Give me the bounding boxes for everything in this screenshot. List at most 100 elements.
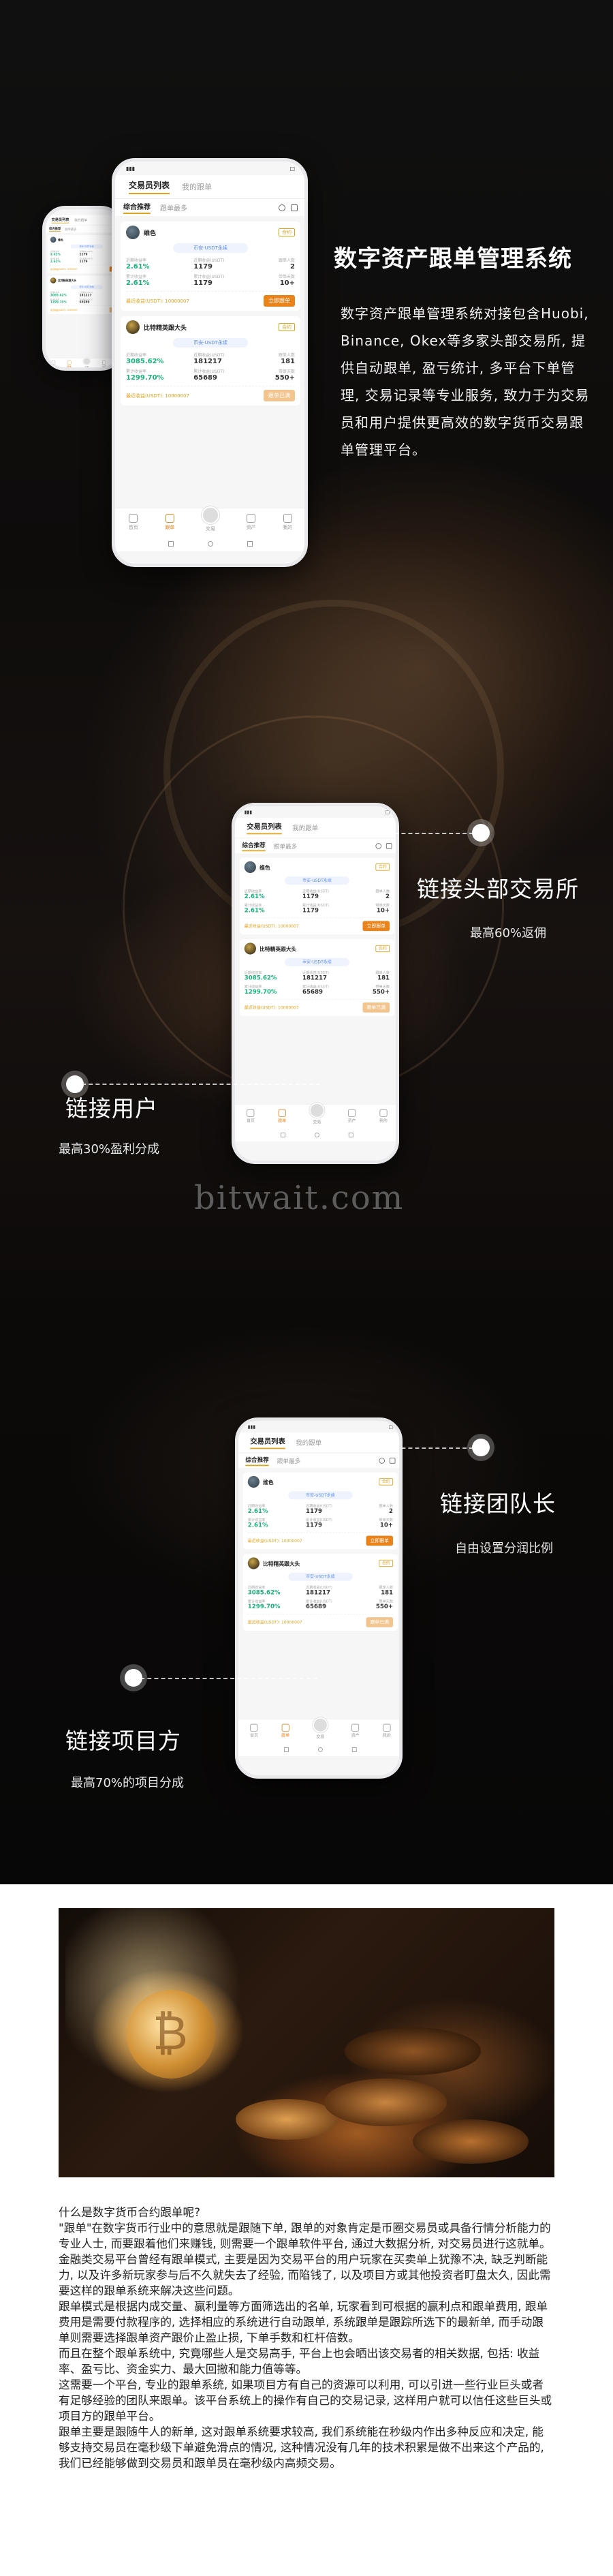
- recent-nav-icon[interactable]: [351, 1747, 357, 1752]
- connector-line: [75, 1084, 320, 1085]
- trade-icon: [309, 1102, 325, 1118]
- tab-recommended[interactable]: 综合推荐: [245, 1455, 269, 1467]
- tabbar-copy[interactable]: 跟单: [165, 514, 174, 531]
- tab-trader-list[interactable]: 交易员列表: [129, 179, 170, 194]
- copy-trade-button[interactable]: 跟单已满: [366, 1617, 394, 1627]
- stat-cell: 近期收益(USDT) 1179: [80, 250, 104, 256]
- home-icon: [250, 1723, 258, 1732]
- stat-label: 带单天数: [379, 1599, 394, 1604]
- tabbar-home[interactable]: 首页: [129, 514, 138, 531]
- tab-most-copied[interactable]: 跟单最多: [277, 1456, 300, 1465]
- phone-mockup-exchange: ▮▮▮ □ 交易员列表 我的跟单 综合推荐 跟单最多 维色 合约 币安-USDT…: [232, 803, 399, 1164]
- stat-cell: 累计收益率 1299.70%: [248, 1599, 306, 1610]
- article-paragraph: 而且在整个跟单系统中, 究竟哪些人是交易高手, 平台上也会晒出该交易者的相关数据…: [59, 2347, 540, 2376]
- stat-cell: 累计收益(USDT) 65689: [193, 368, 250, 382]
- home-nav-icon[interactable]: [314, 1133, 319, 1137]
- back-nav-icon[interactable]: [281, 1133, 285, 1137]
- article-paragraph: "跟单"在数字货币行业中的意思就是跟随下单, 跟单的对象肯定是币圈交易员或具备行…: [59, 2222, 551, 2297]
- stat-cell: 带单天数10+: [351, 902, 390, 914]
- stat-value: 65689: [193, 374, 217, 382]
- stat-value: 10+: [379, 1522, 394, 1529]
- tabbar-assets[interactable]: 资产: [102, 361, 106, 367]
- stat-cell: 近期收益(USDT) 1179: [306, 1503, 354, 1514]
- tab-trader-list[interactable]: 交易员列表: [51, 217, 69, 224]
- copy-trade-button[interactable]: 跟单已满: [362, 1002, 390, 1013]
- tabbar-home[interactable]: 首页: [250, 1723, 258, 1739]
- tab-most-copied[interactable]: 跟单最多: [274, 842, 297, 850]
- trader-stats: 近期收益率3085.62%近期收益(USDT)181217跟单人数181累计收益…: [248, 1584, 393, 1610]
- tabbar-assets[interactable]: 资产: [247, 514, 256, 531]
- stat-label: 累计收益率: [126, 275, 147, 279]
- copy-trade-button[interactable]: 立即跟单: [264, 295, 295, 307]
- copy-trade-button[interactable]: 立即跟单: [362, 921, 390, 932]
- tab-recommended[interactable]: 综合推荐: [49, 226, 61, 232]
- signal-icon: ▮▮▮: [50, 211, 54, 214]
- copy-trade-button[interactable]: 跟单已满: [264, 390, 295, 401]
- search-icon[interactable]: [379, 1457, 385, 1464]
- home-nav-icon[interactable]: [208, 541, 213, 547]
- search-icon[interactable]: [279, 204, 285, 211]
- trader-list: 维色 合约 币安-USDT永续 近期收益率2.61%近期收益(USDT)1179…: [238, 1472, 399, 1631]
- stat-label: 近期收益(USDT): [302, 970, 329, 975]
- stat-label: 近期收益(USDT): [193, 258, 225, 263]
- stat-value: 65689: [79, 301, 90, 304]
- tabbar-trade[interactable]: 交易: [313, 1717, 328, 1739]
- tab-most-copied[interactable]: 跟单最多: [160, 202, 187, 213]
- avatar: [244, 942, 256, 955]
- tabbar-trade[interactable]: 交易: [309, 1102, 325, 1124]
- tabbar-mine[interactable]: 我的: [283, 514, 292, 531]
- stat-cell: 累计收益率 2.61%: [126, 273, 193, 287]
- tab-my-copy[interactable]: 我的跟单: [292, 823, 318, 833]
- tabbar-copy[interactable]: 跟单: [67, 361, 72, 367]
- tab-my-copy[interactable]: 我的跟单: [296, 1438, 321, 1447]
- tabbar-copy[interactable]: 跟单: [278, 1109, 286, 1124]
- tab-recommended[interactable]: 综合推荐: [242, 840, 266, 852]
- tab-my-copy[interactable]: 我的跟单: [182, 181, 212, 192]
- tabbar-copy[interactable]: 跟单: [281, 1723, 289, 1739]
- tab-trader-list[interactable]: 交易员列表: [247, 821, 282, 835]
- article-heading: 什么是数字货币合约跟单呢?: [59, 2206, 200, 2219]
- trader-card[interactable]: 维色 合约 币安-USDT永续 近期收益率2.61%近期收益(USDT)1179…: [242, 1472, 398, 1550]
- stat-value: 1179: [302, 893, 319, 900]
- trader-card[interactable]: 维色 合约 币安-USDT永续 近期收益率2.61%近期收益(USDT)1179…: [239, 857, 394, 935]
- stat-label: 跟单人数: [375, 970, 390, 975]
- home-nav-icon[interactable]: [317, 1747, 323, 1752]
- recent-nav-icon[interactable]: [247, 541, 253, 547]
- menu-icon[interactable]: [389, 1457, 396, 1464]
- search-icon[interactable]: [375, 842, 381, 849]
- tabbar-trade[interactable]: 交易: [201, 506, 219, 532]
- stat-label: 跟单人数: [278, 258, 295, 263]
- stat-cell: 跟单人数181: [351, 970, 390, 981]
- home-icon: [129, 514, 138, 523]
- connector-line: [313, 1447, 480, 1449]
- tabbar-home[interactable]: 首页: [52, 361, 56, 367]
- tab-most-copied[interactable]: 跟单最多: [65, 227, 76, 232]
- copy-trade-button[interactable]: 立即跟单: [366, 1535, 394, 1546]
- wallet-icon: [351, 1723, 360, 1732]
- app-header: 交易员列表 我的跟单: [115, 175, 304, 198]
- tabbar-home[interactable]: 首页: [247, 1109, 255, 1124]
- trader-card[interactable]: 比特精英跟大头 合约 币安-USDT永续 近期收益率3085.62%近期收益(U…: [242, 1554, 398, 1631]
- menu-icon[interactable]: [386, 842, 392, 849]
- copy-icon: [67, 361, 72, 365]
- back-nav-icon[interactable]: [168, 541, 174, 547]
- tab-recommended[interactable]: 综合推荐: [123, 201, 151, 214]
- tabbar-mine[interactable]: 我的: [383, 1723, 391, 1739]
- recent-nav-icon[interactable]: [348, 1133, 353, 1137]
- tab-my-copy[interactable]: 我的跟单: [74, 217, 87, 222]
- tabbar-assets[interactable]: 资产: [351, 1723, 360, 1739]
- feature-title-users: 链接用户: [65, 1095, 158, 1122]
- stat-cell: 近期收益率 2.61%: [50, 250, 80, 256]
- trader-card[interactable]: 比特精英跟大头 合约 币安-USDT永续 近期收益率3085.62%近期收益(U…: [239, 939, 394, 1016]
- battery-icon: □: [385, 809, 390, 815]
- tab-trader-list[interactable]: 交易员列表: [250, 1436, 285, 1450]
- avatar: [126, 320, 140, 334]
- trader-card[interactable]: 比特精英跟大头 合约 币安-USDT永续 近期收益率3085.62%近期收益(U…: [121, 316, 300, 405]
- tabbar-mine[interactable]: 我的: [379, 1109, 388, 1124]
- trader-card[interactable]: 维色 合约 币安-USDT永续 近期收益率2.61%近期收益(USDT)1179…: [121, 221, 300, 311]
- tabbar-trade[interactable]: 交易: [82, 357, 91, 367]
- back-nav-icon[interactable]: [284, 1747, 289, 1752]
- feature-subtitle-team: 自由设置分润比例: [455, 1542, 553, 1556]
- tabbar-assets[interactable]: 资产: [348, 1109, 356, 1124]
- menu-icon[interactable]: [291, 204, 298, 211]
